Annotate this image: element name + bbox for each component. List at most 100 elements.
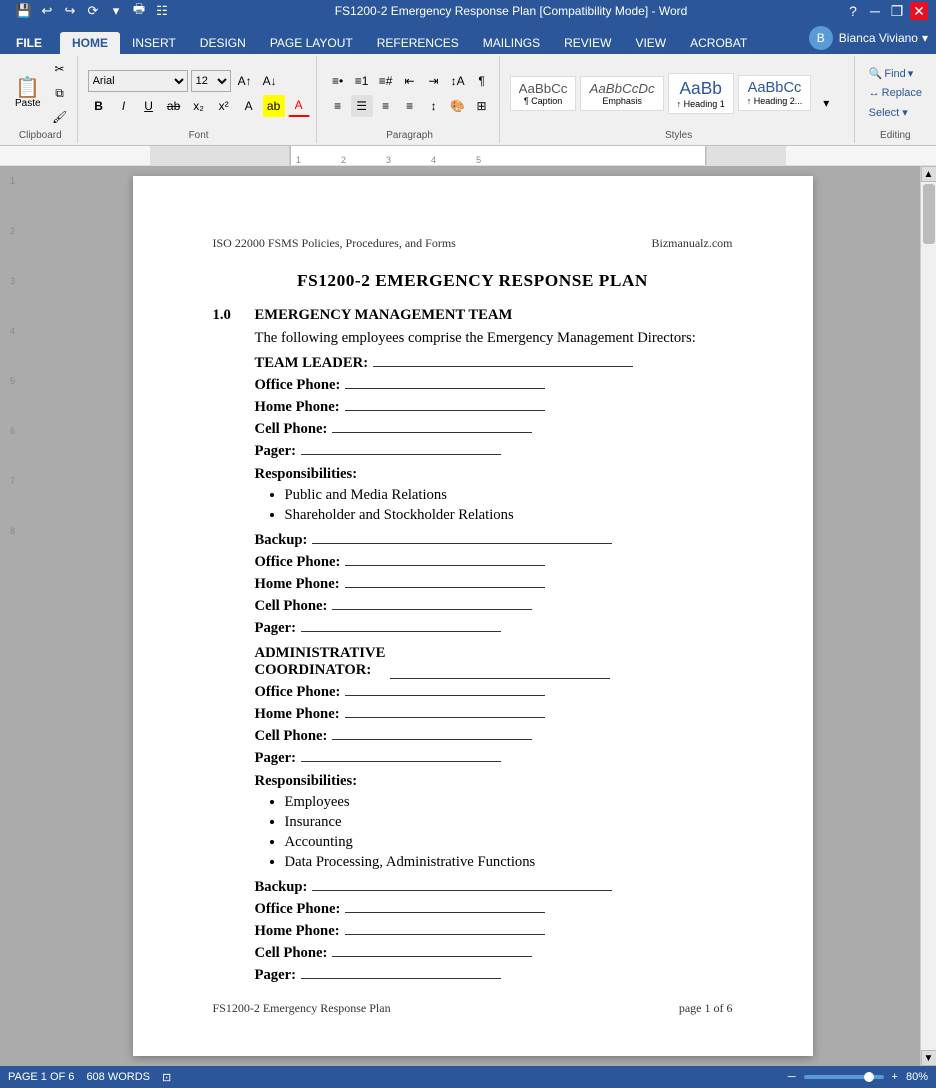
cell-phone-line-1[interactable] [332,432,532,433]
paste-button[interactable]: 📋 Paste [10,75,46,112]
para-row-2: ≡ ☰ ≡ ≡ ↕ 🎨 ⊞ [327,95,493,117]
cut-button[interactable]: ✂ [49,58,71,80]
zoom-minus-button[interactable]: ─ [788,1071,796,1083]
file-tab[interactable]: FILE [0,32,58,54]
tab-acrobat[interactable]: ACROBAT [678,32,759,54]
backup-row-1: Backup: [255,532,733,549]
backup-home-line-1[interactable] [345,587,545,588]
home-phone-label-1: Home Phone: [255,399,340,416]
show-hide-button[interactable]: ¶ [471,70,493,92]
sort-button[interactable]: ↕A [447,70,469,92]
subscript-button[interactable]: x₂ [188,95,210,117]
admin-coordinator-line[interactable] [390,678,610,679]
tab-home[interactable]: HOME [60,32,120,54]
backup-line-2[interactable] [312,890,612,891]
help-button[interactable]: ? [844,2,862,20]
strikethrough-button[interactable]: ab [163,95,185,117]
text-effects-button[interactable]: A [238,95,260,117]
decrease-font-button[interactable]: A↓ [259,70,281,92]
backup-cell-line-1[interactable] [332,609,532,610]
intro-text: The following employees comprise the Eme… [255,330,733,347]
office-phone-line-1[interactable] [345,388,545,389]
justify-button[interactable]: ≡ [399,95,421,117]
tab-mailings[interactable]: MAILINGS [471,32,552,54]
decrease-indent-button[interactable]: ⇤ [399,70,421,92]
print-button[interactable]: 🖶 [129,1,149,21]
scroll-thumb[interactable] [923,184,935,244]
scroll-down-button[interactable]: ▼ [921,1050,936,1066]
align-center-button[interactable]: ☰ [351,95,373,117]
tab-references[interactable]: REFERENCES [365,32,471,54]
multilevel-list-button[interactable]: ≡# [375,70,397,92]
backup-line-1[interactable] [312,543,612,544]
pager-line-1[interactable] [301,454,501,455]
team-leader-line[interactable] [373,366,633,367]
backup2-pager-line[interactable] [301,978,501,979]
increase-indent-button[interactable]: ⇥ [423,70,445,92]
more-tools-button[interactable]: ▾ [106,1,126,21]
backup2-office-line[interactable] [345,912,545,913]
tab-insert[interactable]: INSERT [120,32,188,54]
zoom-slider[interactable] [804,1075,884,1079]
align-left-button[interactable]: ≡ [327,95,349,117]
style-caption[interactable]: AaBbCc ¶ Caption [510,76,577,111]
editing-label: Editing [865,130,926,141]
admin-pager-label: Pager: [255,750,297,767]
admin-cell-line[interactable] [332,739,532,740]
document-page[interactable]: ISO 22000 FSMS Policies, Procedures, and… [133,176,813,1056]
border-button[interactable]: ⊞ [471,95,493,117]
style-heading2[interactable]: AaBbCc ↑ Heading 2... [738,75,812,111]
home-phone-line-1[interactable] [345,410,545,411]
tab-design[interactable]: DESIGN [188,32,258,54]
line-spacing-button[interactable]: ↕ [423,95,445,117]
font-size-select[interactable]: 12 [191,70,231,92]
redo-button[interactable]: ↪ [60,1,80,21]
avatar[interactable]: B [809,26,833,50]
styles-group: AaBbCc ¶ Caption AaBbCcDc Emphasis AaBb … [504,56,855,143]
backup2-home-line[interactable] [345,934,545,935]
admin-office-line[interactable] [345,695,545,696]
backup-office-line-1[interactable] [345,565,545,566]
font-name-select[interactable]: Arial [88,70,188,92]
tab-review[interactable]: REVIEW [552,32,623,54]
scroll-up-button[interactable]: ▲ [921,166,936,182]
bullets-button[interactable]: ≡• [327,70,349,92]
backup-pager-line-1[interactable] [301,631,501,632]
style-emphasis-preview: AaBbCcDc [589,81,654,96]
tab-view[interactable]: VIEW [623,32,678,54]
tab-page-layout[interactable]: PAGE LAYOUT [258,32,365,54]
close-button[interactable]: ✕ [910,2,928,20]
user-chevron-icon[interactable]: ▾ [922,31,928,45]
restore-button[interactable]: ❐ [888,2,906,20]
layout-icon[interactable]: ⊡ [162,1071,171,1084]
replace-button[interactable]: ↔ Replace [865,85,926,101]
superscript-button[interactable]: x² [213,95,235,117]
numbering-button[interactable]: ≡1 [351,70,373,92]
admin-home-line[interactable] [345,717,545,718]
shading-button[interactable]: 🎨 [447,95,469,117]
bold-button[interactable]: B [88,95,110,117]
style-heading1[interactable]: AaBb ↑ Heading 1 [668,73,734,114]
format-painter-button[interactable]: 🖌 [49,106,71,128]
style-emphasis[interactable]: AaBbCcDc Emphasis [580,76,663,111]
backup2-cell-line[interactable] [332,956,532,957]
font-color-button[interactable]: A [288,95,310,117]
options-button[interactable]: ☷ [152,1,172,21]
underline-button[interactable]: U [138,95,160,117]
align-right-button[interactable]: ≡ [375,95,397,117]
highlight-button[interactable]: ab [263,95,285,117]
zoom-plus-button[interactable]: + [892,1071,898,1083]
styles-more-button[interactable]: ▾ [815,92,837,114]
select-button[interactable]: Select ▾ [865,104,926,121]
find-button[interactable]: 🔍 Find ▾ [865,65,926,82]
save-button[interactable]: 💾 [14,1,34,21]
increase-font-button[interactable]: A↑ [234,70,256,92]
office-phone-row-1: Office Phone: [255,377,733,394]
undo-button[interactable]: ↩ [37,1,57,21]
refresh-button[interactable]: ⟳ [83,1,103,21]
admin-pager-line[interactable] [301,761,501,762]
minimize-button[interactable]: ─ [866,2,884,20]
copy-button[interactable]: ⧉ [49,82,71,104]
window-controls: ? ─ ❐ ✕ [844,2,928,20]
italic-button[interactable]: I [113,95,135,117]
